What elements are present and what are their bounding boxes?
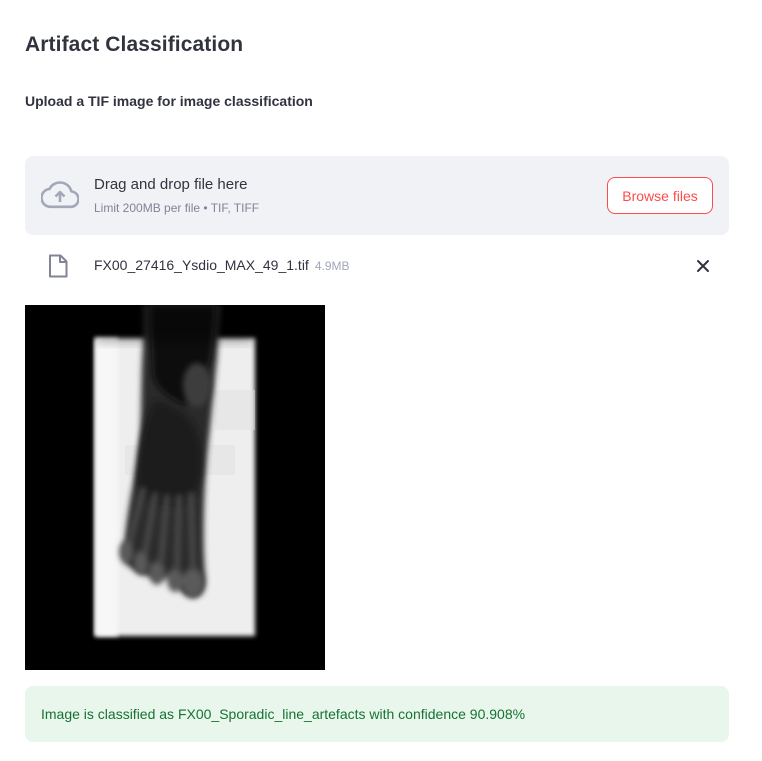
browse-files-button[interactable]: Browse files xyxy=(607,177,713,214)
page: Artifact Classification Upload a TIF ima… xyxy=(0,0,762,761)
classification-result-alert: Image is classified as FX00_Sporadic_lin… xyxy=(25,686,729,742)
file-icon xyxy=(49,254,68,278)
uploaded-file-name: FX00_27416_Ysdio_MAX_49_1.tif xyxy=(94,257,309,273)
classification-result-text: Image is classified as FX00_Sporadic_lin… xyxy=(41,706,526,722)
dropzone-instructions: Drag and drop file here xyxy=(94,176,248,193)
upload-subheading: Upload a TIF image for image classificat… xyxy=(25,93,313,109)
xray-preview-image xyxy=(25,305,325,670)
uploaded-file-size: 4.9MB xyxy=(314,259,350,273)
remove-file-button[interactable] xyxy=(693,256,713,276)
dropzone-limit: Limit 200MB per file • TIF, TIFF xyxy=(94,201,260,215)
xray-foot-image xyxy=(25,305,325,670)
page-title: Artifact Classification xyxy=(25,33,244,56)
cloud-upload-icon xyxy=(41,181,79,209)
dropzone-text: Drag and drop file here Limit 200MB per … xyxy=(94,176,259,215)
file-dropzone[interactable]: Drag and drop file here Limit 200MB per … xyxy=(25,156,729,235)
uploaded-file-info: FX00_27416_Ysdio_MAX_49_1.tif 4.9MB xyxy=(94,257,350,273)
close-icon xyxy=(697,260,709,272)
uploaded-file-row: FX00_27416_Ysdio_MAX_49_1.tif 4.9MB xyxy=(25,248,729,284)
